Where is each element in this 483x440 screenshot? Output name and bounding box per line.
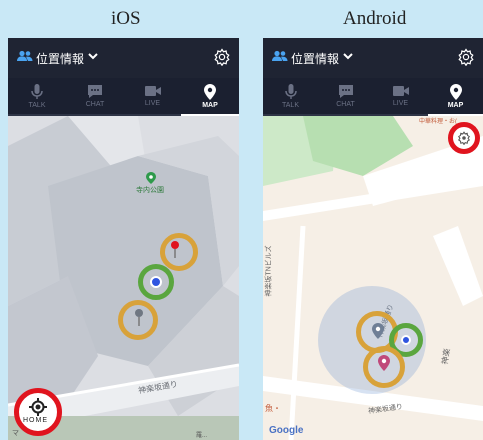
tab-chat[interactable]: CHAT — [66, 78, 124, 114]
tab-label: LIVE — [144, 100, 161, 107]
gray-pin-icon — [372, 323, 384, 339]
microphone-icon — [284, 84, 297, 99]
people-icon — [17, 50, 33, 61]
header-title[interactable]: 位置情報 — [291, 50, 339, 67]
map-bottom-left-label: マ — [12, 430, 19, 437]
tab-talk[interactable]: TALK — [8, 78, 66, 114]
chevron-down-icon[interactable] — [343, 52, 353, 60]
gear-icon[interactable] — [213, 48, 231, 66]
tab-label: MAP — [447, 102, 464, 109]
tab-live[interactable]: LIVE — [124, 78, 181, 114]
tab-bar: TALK CHAT LIVE MAP — [263, 78, 483, 116]
tab-label: CHAT — [336, 101, 355, 108]
map-view[interactable]: 中華料理・お( 神楽坂TNビルズ 神楽坂通り 神楽 神楽坂通り 魚・ Googl… — [263, 116, 483, 440]
ios-screen: 位置情報 TALK CHAT LIVE MAP 寺内公園 神楽坂通り HOME … — [8, 38, 239, 440]
map-view[interactable]: 寺内公園 神楽坂通り HOME マ 羅... — [8, 116, 239, 440]
map-bottom-right-label: 羅... — [196, 433, 208, 439]
park-label: 寺内公園 — [136, 187, 164, 194]
video-icon — [144, 86, 161, 96]
location-gear-icon — [458, 131, 470, 145]
ios-caption: iOS — [111, 8, 141, 29]
chevron-down-icon[interactable] — [88, 52, 98, 60]
tab-label: TALK — [282, 102, 299, 109]
current-location-dot — [401, 335, 411, 345]
map-pin-icon — [204, 84, 216, 100]
tab-label: MAP — [202, 102, 218, 109]
park-pin-icon — [146, 172, 156, 184]
tab-map[interactable]: MAP — [428, 78, 483, 116]
gray-pin-icon — [135, 309, 143, 326]
app-header: 位置情報 — [263, 38, 483, 78]
fish-label: 魚・ — [265, 404, 281, 413]
header-title[interactable]: 位置情報 — [36, 50, 84, 67]
tab-live[interactable]: LIVE — [373, 78, 428, 114]
video-icon — [392, 86, 409, 96]
tab-label: LIVE — [392, 100, 409, 107]
android-screen: 位置情報 TALK CHAT LIVE MAP 中華料理・お(神楽坂TNビルズ… — [263, 38, 483, 440]
google-logo: Google — [269, 425, 304, 436]
android-caption: Android — [343, 8, 407, 29]
tab-talk[interactable]: TALK — [263, 78, 318, 114]
top-map-label: 中華料理・お( — [419, 119, 457, 125]
app-header: 位置情報 — [8, 38, 239, 78]
microphone-icon — [31, 84, 43, 99]
red-pin-icon — [171, 241, 179, 258]
pink-pin-icon — [378, 355, 390, 371]
tab-label: TALK — [28, 102, 46, 109]
building-label: 神楽坂TNビルズ — [265, 245, 273, 297]
current-location-dot — [150, 276, 162, 288]
crosshair-icon — [29, 398, 47, 416]
home-label: HOME — [23, 417, 48, 424]
tab-map[interactable]: MAP — [181, 78, 239, 116]
chat-icon — [338, 85, 353, 98]
tab-chat[interactable]: CHAT — [318, 78, 373, 114]
gear-icon[interactable] — [457, 48, 475, 66]
tab-label: CHAT — [85, 101, 105, 108]
chat-icon — [88, 85, 102, 98]
people-icon — [272, 50, 288, 61]
tab-bar: TALK CHAT LIVE MAP — [8, 78, 239, 116]
map-pin-icon — [449, 84, 462, 100]
